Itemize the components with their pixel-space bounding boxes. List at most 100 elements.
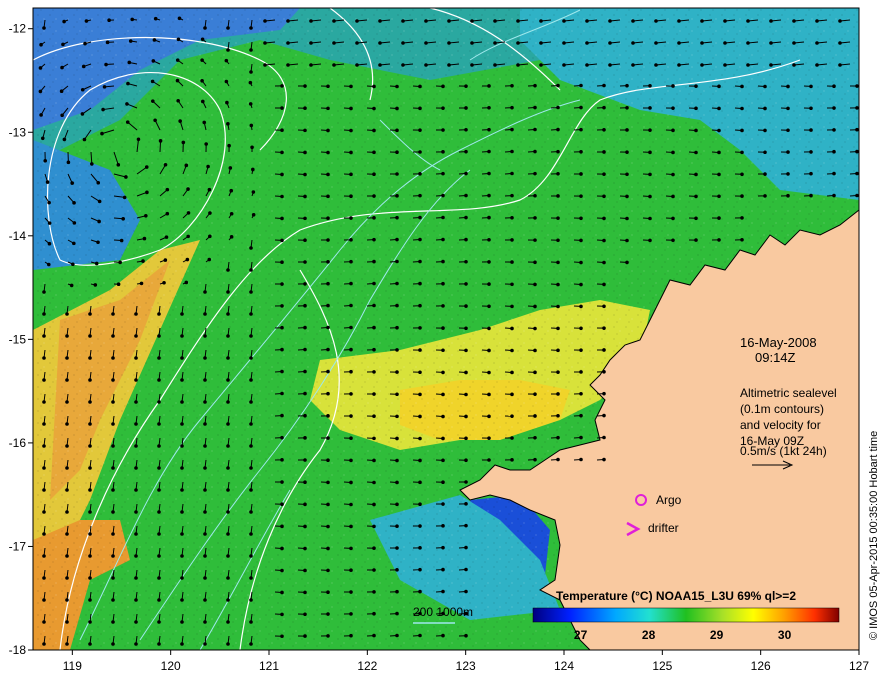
velocity-arrowhead [464, 304, 468, 308]
velocity-arrowhead [105, 40, 110, 45]
lon-tick-label: 126 [751, 659, 771, 673]
velocity-arrowhead [326, 524, 330, 529]
velocity-arrowhead [510, 458, 514, 462]
velocity-arrowhead [378, 63, 382, 67]
velocity-arrowhead [326, 260, 330, 264]
velocity-arrowhead [401, 63, 405, 67]
velocity-arrowhead [326, 128, 330, 133]
velocity-arrowhead [184, 163, 189, 168]
velocity-arrowhead [65, 334, 69, 338]
velocity-arrowhead [326, 150, 330, 155]
velocity-arrowhead [126, 81, 130, 86]
velocity-arrowhead [418, 392, 422, 397]
velocity-arrowhead [441, 524, 445, 528]
velocity-arrowhead [792, 41, 796, 45]
velocity-arrowhead [280, 435, 284, 440]
velocity-arrowhead [579, 194, 583, 198]
velocity-arrowhead [226, 422, 230, 426]
velocity-arrowhead [204, 142, 208, 146]
velocity-arrowhead [372, 370, 376, 374]
velocity-arrowhead [556, 238, 560, 243]
velocity-arrowhead [418, 546, 422, 550]
velocity-arrowhead [602, 391, 606, 396]
velocity-arrowhead [326, 634, 330, 638]
velocity-arrowhead [157, 532, 161, 536]
velocity-arrowhead [157, 356, 161, 360]
velocity-arrowhead [579, 282, 583, 287]
velocity-arrowhead [815, 63, 819, 67]
velocity-arrowhead [487, 348, 491, 353]
velocity-arrowhead [157, 620, 161, 624]
velocity-arrowhead [134, 312, 138, 316]
velocity-arrowhead [441, 480, 445, 484]
velocity-arrowhead [441, 150, 445, 154]
velocity-arrowhead [227, 143, 231, 148]
velocity-arrowhead [326, 216, 330, 221]
velocity-arrowhead [249, 70, 253, 74]
velocity-arrowhead [72, 241, 76, 246]
velocity-arrowhead [251, 212, 256, 217]
velocity-arrowhead [533, 414, 537, 418]
velocity-arrowhead [487, 237, 491, 242]
velocity-arrowhead [723, 63, 727, 67]
velocity-arrowhead [464, 392, 468, 397]
drifter-label: drifter [648, 521, 679, 535]
velocity-arrowhead [349, 524, 353, 529]
velocity-arrowhead [694, 194, 698, 199]
velocity-arrowhead [176, 98, 180, 103]
velocity-arrowhead [349, 568, 353, 573]
velocity-arrowhead [418, 524, 422, 528]
velocity-arrowhead [145, 190, 149, 195]
velocity-arrowhead [42, 312, 46, 316]
velocity-arrowhead [487, 106, 491, 110]
velocity-arrowhead [418, 567, 422, 572]
velocity-arrowhead [180, 620, 184, 624]
velocity-arrowhead [326, 347, 330, 352]
velocity-arrowhead [631, 19, 635, 23]
velocity-arrowhead [349, 590, 353, 594]
lon-tick-label: 125 [652, 659, 672, 673]
velocity-arrowhead [249, 642, 253, 646]
velocity-arrowhead [677, 63, 681, 67]
velocity-arrowhead [395, 546, 399, 550]
velocity-arrowhead [510, 304, 514, 309]
velocity-arrowhead [203, 554, 207, 558]
velocity-arrowhead [372, 106, 376, 111]
velocity-arrowhead [303, 546, 307, 551]
velocity-arrowhead [157, 334, 161, 338]
velocity-arrowhead [38, 89, 43, 94]
velocity-arrowhead [309, 19, 313, 23]
velocity-arrowhead [694, 150, 698, 155]
velocity-arrowhead [249, 598, 253, 602]
velocity-arrowhead [111, 334, 115, 338]
velocity-arrowhead [723, 41, 727, 45]
velocity-arrowhead [303, 282, 307, 286]
lon-tick-label: 119 [63, 659, 82, 673]
velocity-arrowhead [180, 444, 184, 448]
velocity-arrowhead [441, 545, 445, 550]
velocity-arrowhead [226, 576, 230, 580]
velocity-arrowhead [203, 400, 207, 404]
velocity-arrowhead [372, 414, 376, 419]
velocity-arrowhead [65, 532, 69, 536]
velocity-arrowhead [487, 282, 491, 286]
velocity-arrowhead [88, 642, 92, 646]
velocity-arrowhead [134, 598, 138, 602]
velocity-arrowhead [602, 216, 606, 221]
velocity-arrowhead [65, 620, 69, 624]
legend-line-1: Altimetric sealevel [740, 386, 837, 400]
velocity-arrowhead [556, 105, 560, 110]
velocity-arrowhead [203, 642, 207, 646]
velocity-arrowhead [809, 171, 813, 176]
velocity-arrowhead [470, 41, 474, 45]
velocity-arrowhead [286, 41, 290, 45]
velocity-arrowhead [556, 194, 560, 198]
velocity-arrowhead [180, 334, 184, 338]
velocity-arrowhead [72, 221, 77, 225]
velocity-arrowhead [717, 216, 721, 220]
velocity-arrowhead [65, 378, 69, 382]
velocity-arrowhead [249, 378, 253, 382]
colorbar-tick-label: 28 [642, 628, 656, 642]
velocity-arrowhead [134, 488, 138, 492]
velocity-arrowhead [395, 589, 399, 594]
